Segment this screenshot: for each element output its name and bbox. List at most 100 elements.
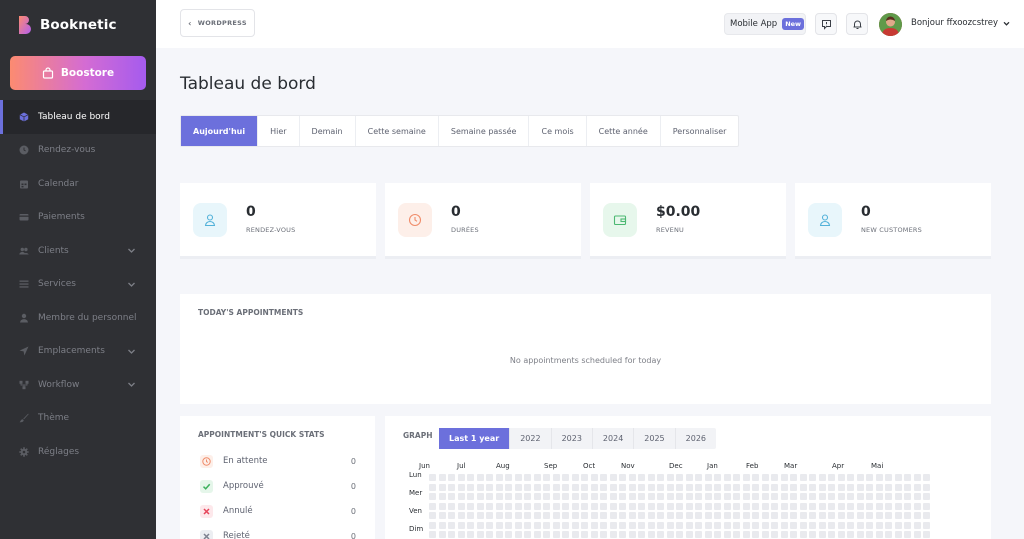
tab-demain[interactable]: Demain — [300, 116, 356, 146]
user-icon — [19, 313, 29, 323]
brand[interactable]: Booknetic — [18, 14, 117, 36]
quick-stat-label: Approuvé — [223, 481, 264, 491]
heatmap-cell — [913, 502, 921, 510]
sidebar-item-calendar[interactable]: Calendar — [0, 167, 156, 201]
sidebar-item-workflow[interactable]: Workflow — [0, 368, 156, 402]
heatmap-cell — [818, 493, 826, 500]
sidebar-item-label: Thème — [38, 413, 70, 424]
chevron-down-icon[interactable] — [127, 347, 136, 356]
wordpress-back-button[interactable]: ‹ WORDPRESS — [180, 9, 255, 37]
heatmap-cell — [818, 531, 826, 538]
sidebar-item-paiements[interactable]: Paiements — [0, 201, 156, 235]
heatmap-cell — [628, 483, 636, 491]
heatmap-cell — [467, 483, 474, 491]
stat-value: $0.00 — [656, 204, 701, 220]
heatmap-cell — [666, 512, 674, 519]
sidebar-item-reglages[interactable]: Réglages — [0, 435, 156, 469]
tab-hier[interactable]: Hier — [258, 116, 300, 146]
heatmap-cell — [609, 531, 617, 538]
heatmap-cell — [638, 483, 645, 491]
heatmap-cell — [524, 521, 531, 529]
boostore-button[interactable]: Boostore — [10, 56, 146, 90]
avatar[interactable] — [879, 13, 902, 36]
x-icon — [200, 504, 213, 518]
heatmap-cell — [685, 483, 693, 491]
heatmap-cell — [695, 512, 702, 519]
sidebar-item-services[interactable]: Services — [0, 268, 156, 302]
heatmap-cell — [638, 474, 645, 481]
heatmap-cell — [733, 493, 740, 500]
heatmap-cell — [457, 474, 465, 481]
heatmap-cell — [666, 474, 674, 481]
tab-semaine-passee[interactable]: Semaine passée — [439, 116, 530, 146]
heatmap-cell — [467, 512, 474, 519]
heatmap-cell — [676, 531, 683, 538]
notifications-button[interactable] — [846, 13, 868, 35]
boostore-label: Boostore — [60, 67, 115, 79]
tab-cette-semaine[interactable]: Cette semaine — [356, 116, 439, 146]
heatmap-cell — [590, 502, 598, 510]
year-tab-2023[interactable]: 2023 — [552, 428, 593, 449]
heatmap-cell — [856, 483, 864, 491]
heatmap-cell — [495, 512, 503, 519]
tab-cette-annee[interactable]: Cette année — [587, 116, 661, 146]
heatmap-cell — [837, 502, 845, 510]
heatmap-cell — [647, 493, 655, 500]
heatmap-cell — [457, 512, 465, 519]
heatmap-cell — [448, 483, 455, 491]
sidebar-item-tableau-de-bord[interactable]: Tableau de bord — [0, 100, 156, 134]
heatmap-cell — [780, 493, 788, 500]
year-tab-2025[interactable]: 2025 — [634, 428, 676, 449]
year-tab-2024[interactable]: 2024 — [593, 428, 635, 449]
heatmap-cell — [866, 512, 873, 519]
heatmap-cell — [505, 483, 512, 491]
chevron-down-icon[interactable] — [127, 380, 136, 389]
heatmap-cell — [476, 483, 484, 491]
chevron-down-icon[interactable] — [127, 246, 136, 255]
heatmap-cell — [752, 521, 759, 529]
heatmap-cell — [514, 521, 522, 529]
heatmap-cell — [476, 521, 484, 529]
heatmap-cell — [847, 493, 854, 500]
sidebar-item-membre-du-personnel[interactable]: Membre du personnel — [0, 301, 156, 335]
tab-aujourdhui[interactable]: Aujourd'hui — [181, 116, 259, 146]
heatmap-cell — [828, 512, 835, 519]
heatmap-cell — [533, 531, 541, 538]
sidebar-item-rendez-vous[interactable]: Rendez-vous — [0, 134, 156, 168]
heatmap-cell — [856, 531, 864, 538]
heatmap-cell — [514, 502, 522, 510]
heatmap-cell — [818, 483, 826, 491]
heatmap-cell — [923, 512, 930, 519]
sidebar-item-theme[interactable]: Thème — [0, 402, 156, 436]
heatmap-cell — [875, 493, 883, 500]
heatmap-cell — [562, 502, 569, 510]
heatmap-cell — [742, 483, 750, 491]
heatmap-cell — [771, 531, 778, 538]
heatmap-cell — [562, 521, 569, 529]
chevron-down-icon[interactable] — [127, 280, 136, 289]
heatmap-cell — [533, 502, 541, 510]
heatmap-cell — [486, 531, 493, 538]
quick-stat-label: Annulé — [223, 506, 253, 516]
mobile-app-button[interactable]: Mobile App New — [724, 13, 806, 35]
heatmap-cell — [571, 483, 579, 491]
year-tab-2026[interactable]: 2026 — [676, 428, 716, 449]
heatmap-cell — [514, 483, 522, 491]
year-tab-last-1-year[interactable]: Last 1 year — [439, 428, 511, 449]
stat-label: DURÉES — [451, 226, 479, 234]
month-label: Jan — [707, 462, 718, 470]
tab-personnaliser[interactable]: Personnaliser — [661, 116, 739, 146]
heatmap-cell — [628, 493, 636, 500]
feedback-button[interactable] — [815, 13, 837, 35]
sidebar-item-emplacements[interactable]: Emplacements — [0, 335, 156, 369]
heatmap-cell — [495, 531, 503, 538]
heatmap-cell — [752, 483, 759, 491]
heatmap-cell — [695, 474, 702, 481]
user-menu[interactable]: Bonjour ffxoozcstrey — [911, 18, 1010, 28]
heatmap-cell — [657, 483, 664, 491]
stat-label: REVENU — [656, 226, 684, 234]
heatmap-cell — [581, 512, 588, 519]
year-tab-2022[interactable]: 2022 — [510, 428, 552, 449]
sidebar-item-clients[interactable]: Clients — [0, 234, 156, 268]
tab-ce-mois[interactable]: Ce mois — [529, 116, 587, 146]
